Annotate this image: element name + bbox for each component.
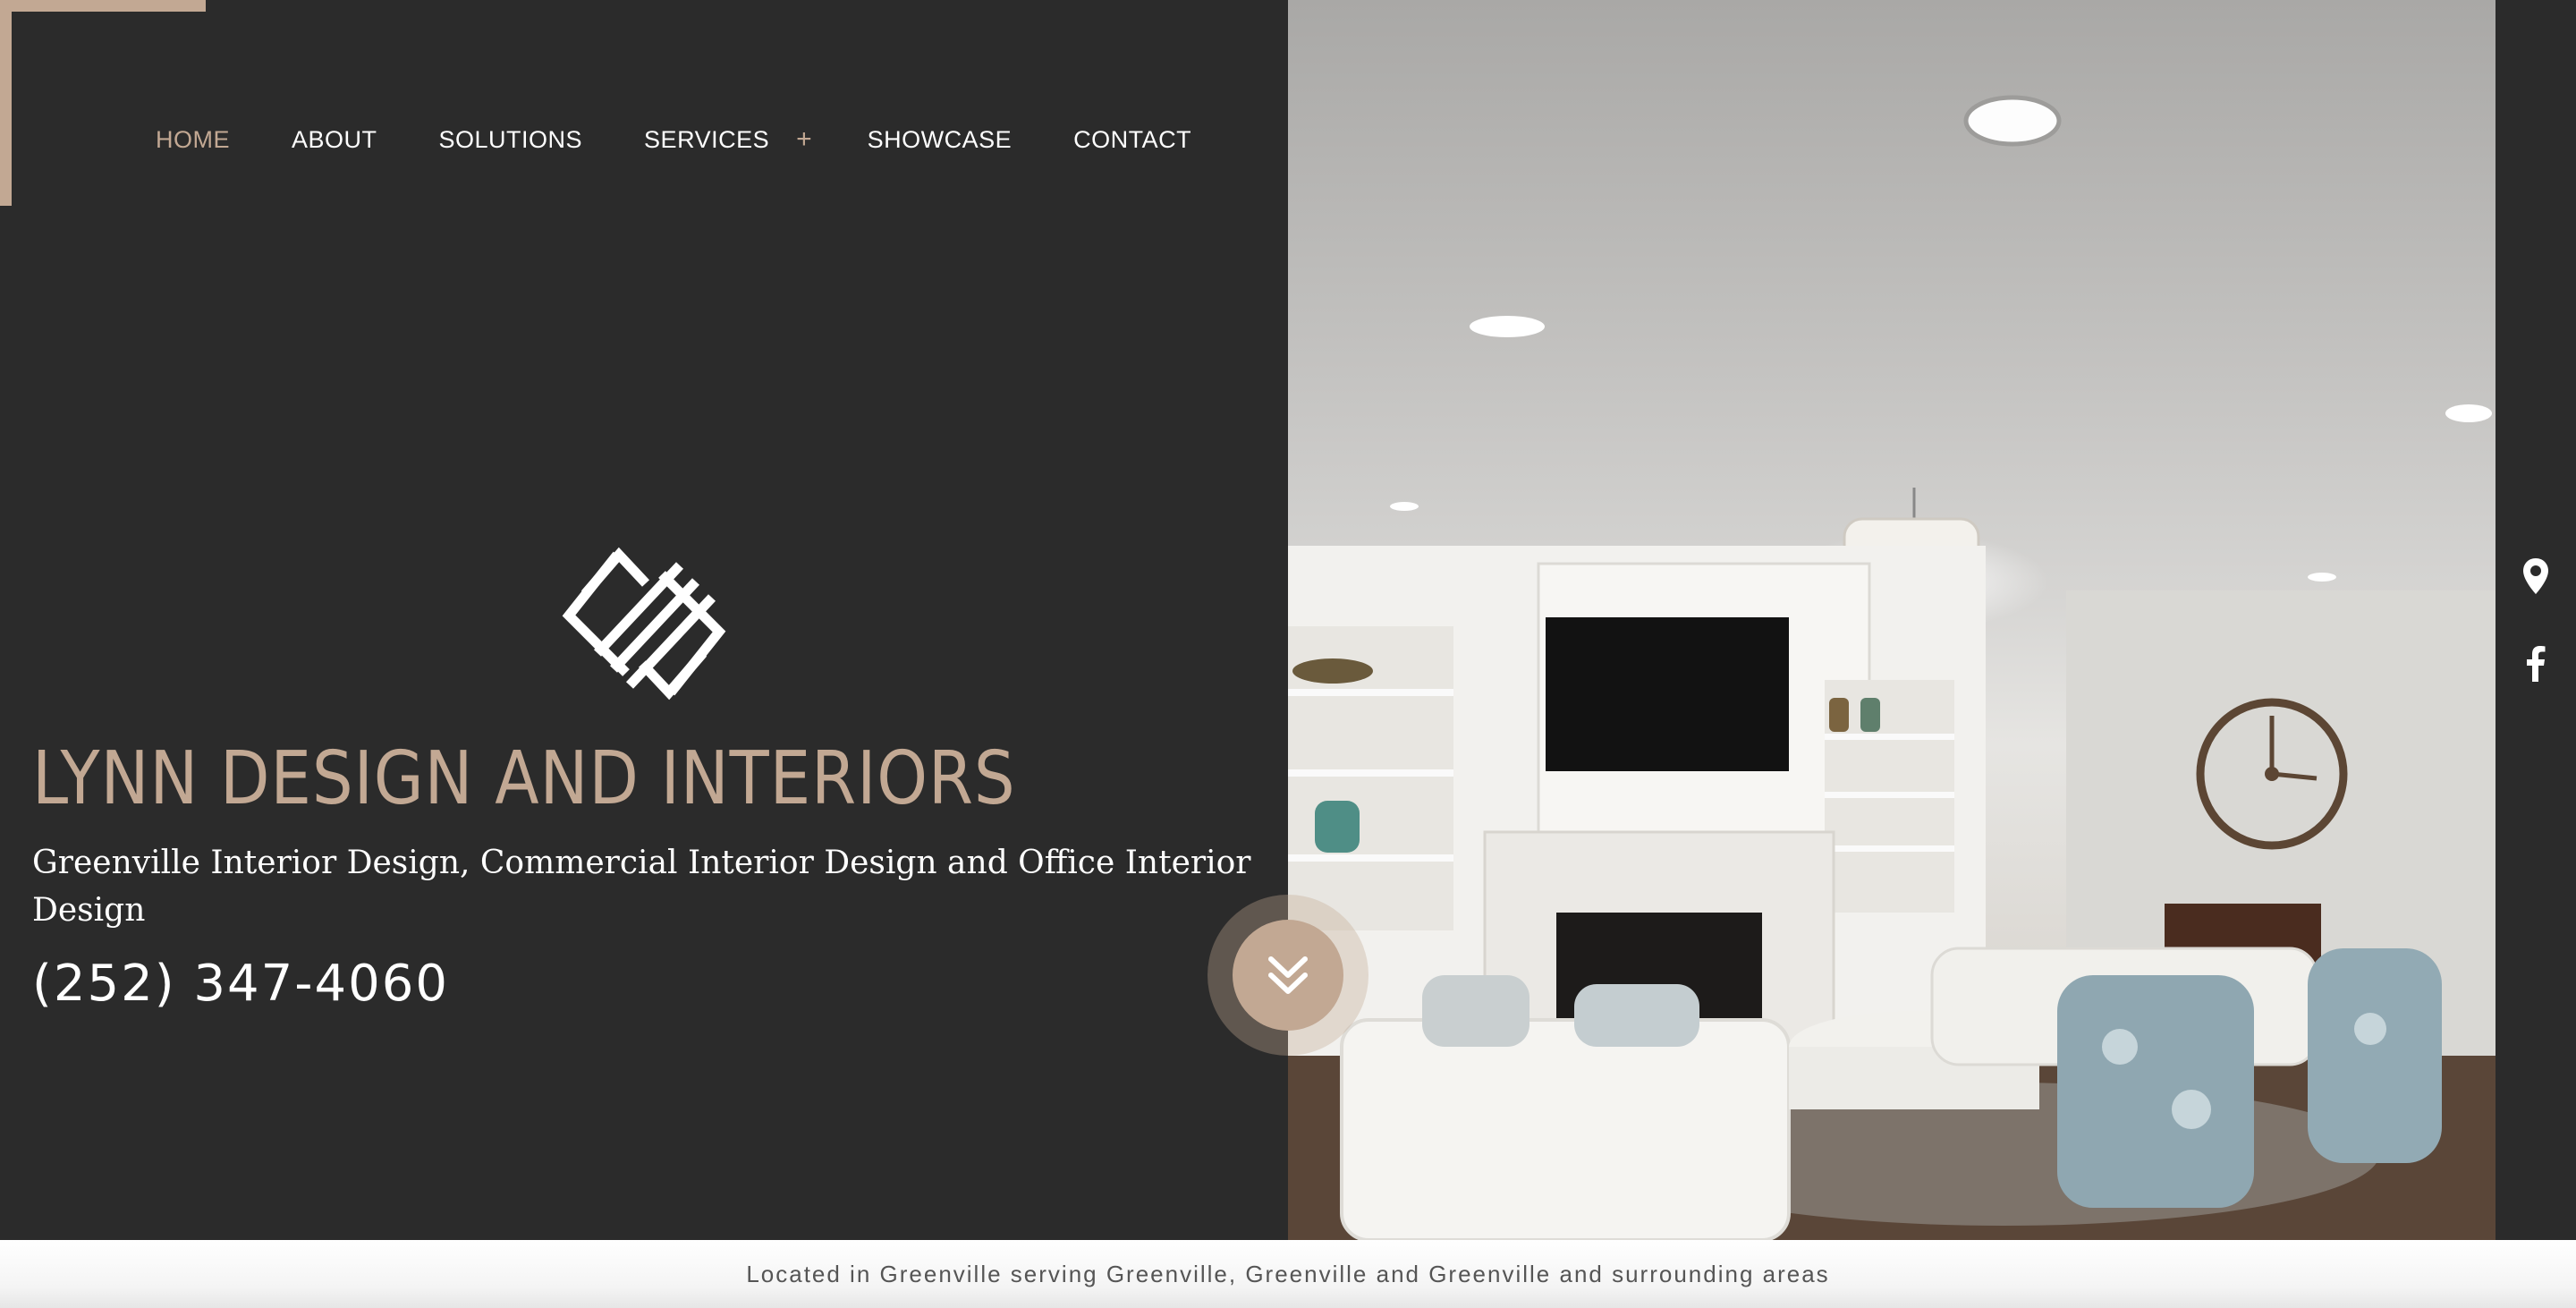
site-title: LYNN DESIGN AND INTERIORS: [32, 736, 1016, 821]
diamond-monogram-icon: [562, 547, 726, 701]
double-chevron-down-icon: [1268, 956, 1308, 994]
left-panel: HOME ABOUT SOLUTIONS SERVICES + SHOWCASE…: [0, 0, 1288, 1240]
footer-bar: Located in Greenville serving Greenville…: [0, 1240, 2576, 1308]
scroll-down-button[interactable]: [1233, 920, 1343, 1031]
hero-living-room-photo: [1288, 0, 2496, 1240]
social-sidebar: [2496, 0, 2576, 1240]
services-expand-icon[interactable]: +: [796, 124, 812, 155]
facebook-icon[interactable]: [2521, 644, 2551, 684]
footer-location-text: Located in Greenville serving Greenville…: [746, 1260, 1830, 1287]
corner-accent: [0, 0, 206, 206]
site-subtitle: Greenville Interior Design, Commercial I…: [32, 845, 1251, 929]
nav-contact[interactable]: CONTACT: [1073, 126, 1191, 154]
nav-about[interactable]: ABOUT: [292, 126, 377, 154]
living-room-illustration: [1288, 95, 2496, 1240]
phone-number[interactable]: (252) 347-4060: [32, 955, 449, 1013]
main-nav: HOME ABOUT SOLUTIONS SERVICES + SHOWCASE…: [156, 122, 1253, 157]
nav-services[interactable]: SERVICES: [644, 126, 769, 154]
nav-home[interactable]: HOME: [156, 126, 230, 154]
nav-solutions[interactable]: SOLUTIONS: [439, 126, 583, 154]
nav-showcase[interactable]: SHOWCASE: [868, 126, 1013, 154]
map-pin-icon[interactable]: [2521, 556, 2551, 596]
